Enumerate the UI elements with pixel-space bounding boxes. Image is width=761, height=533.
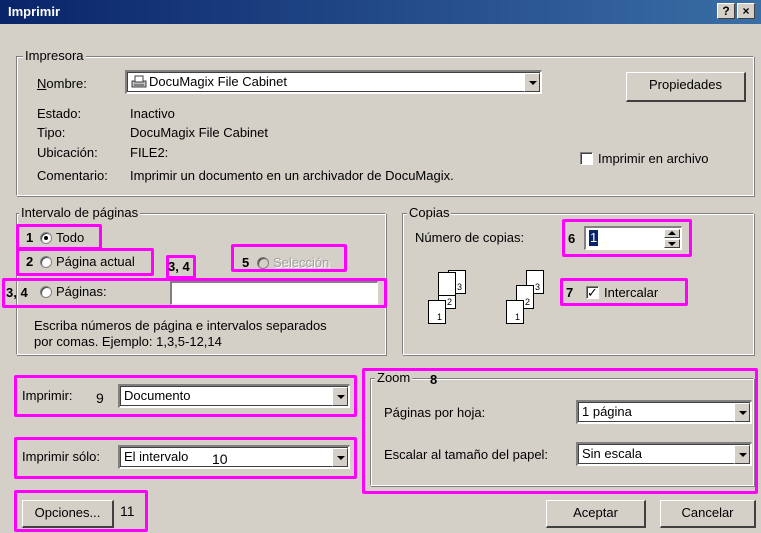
type-label: Tipo: <box>37 125 66 140</box>
type-value: DocuMagix File Cabinet <box>130 125 269 140</box>
highlight-print-what <box>14 375 357 417</box>
range-hint-line2: por comas. Ejemplo: 1,3,5-12,14 <box>34 334 222 349</box>
annotation-8: 8 <box>430 372 438 387</box>
copies-count-label: Número de copias: <box>415 230 525 245</box>
close-icon: × <box>742 4 750 18</box>
annotation-9: 9 <box>96 390 104 406</box>
print-to-file-checkbox[interactable] <box>580 152 593 165</box>
comment-value: Imprimir un documento en un archivador d… <box>130 168 454 183</box>
highlight-collate <box>560 278 688 306</box>
annotation-3-4-top: 3, 4 <box>168 259 190 274</box>
highlight-current-page <box>16 248 154 276</box>
annotation-11: 11 <box>120 503 135 519</box>
status-label: Estado: <box>37 106 82 121</box>
highlight-zoom <box>362 368 758 494</box>
print-dialog: Imprimir ? × Impresora Nombre: DocuMagix… <box>0 0 761 533</box>
printer-group-label: Impresora <box>23 48 86 64</box>
range-hint-line1: Escriba números de página e intervalos s… <box>34 318 327 333</box>
location-value: FILE2: <box>130 145 169 160</box>
annotation-1: 1 <box>26 230 34 245</box>
highlight-print-only <box>14 437 357 479</box>
close-button[interactable]: × <box>737 3 755 19</box>
annotation-3-4: 3, 4 <box>6 285 28 300</box>
comment-label: Comentario: <box>37 168 108 183</box>
ok-button[interactable]: Aceptar <box>546 500 646 528</box>
cancel-button[interactable]: Cancelar <box>660 500 756 528</box>
printer-icon <box>131 75 147 88</box>
title-bar: Imprimir <box>0 0 761 24</box>
status-value: Inactivo <box>130 106 175 121</box>
help-icon: ? <box>722 4 730 18</box>
location-label: Ubicación: <box>37 145 98 160</box>
copies-group-label: Copias <box>407 205 452 221</box>
properties-button[interactable]: Propiedades <box>626 72 746 102</box>
annotation-5: 5 <box>242 255 250 270</box>
printer-name-value: DocuMagix File Cabinet <box>149 74 288 89</box>
print-to-file-label: Imprimir en archivo <box>598 151 709 166</box>
annotation-6: 6 <box>568 231 576 246</box>
page-range-group-label: Intervalo de páginas <box>19 205 141 221</box>
annotation-10: 10 <box>212 451 228 467</box>
window-title: Imprimir <box>8 4 61 19</box>
highlight-pages <box>2 278 387 308</box>
chevron-down-icon[interactable] <box>524 73 540 92</box>
annotation-2: 2 <box>26 254 34 269</box>
printer-name-label: Nombre: <box>37 76 87 91</box>
annotation-7: 7 <box>566 285 574 300</box>
highlight-copies <box>562 219 692 257</box>
help-button[interactable]: ? <box>717 3 735 19</box>
printer-name-select[interactable]: DocuMagix File Cabinet <box>125 70 542 94</box>
